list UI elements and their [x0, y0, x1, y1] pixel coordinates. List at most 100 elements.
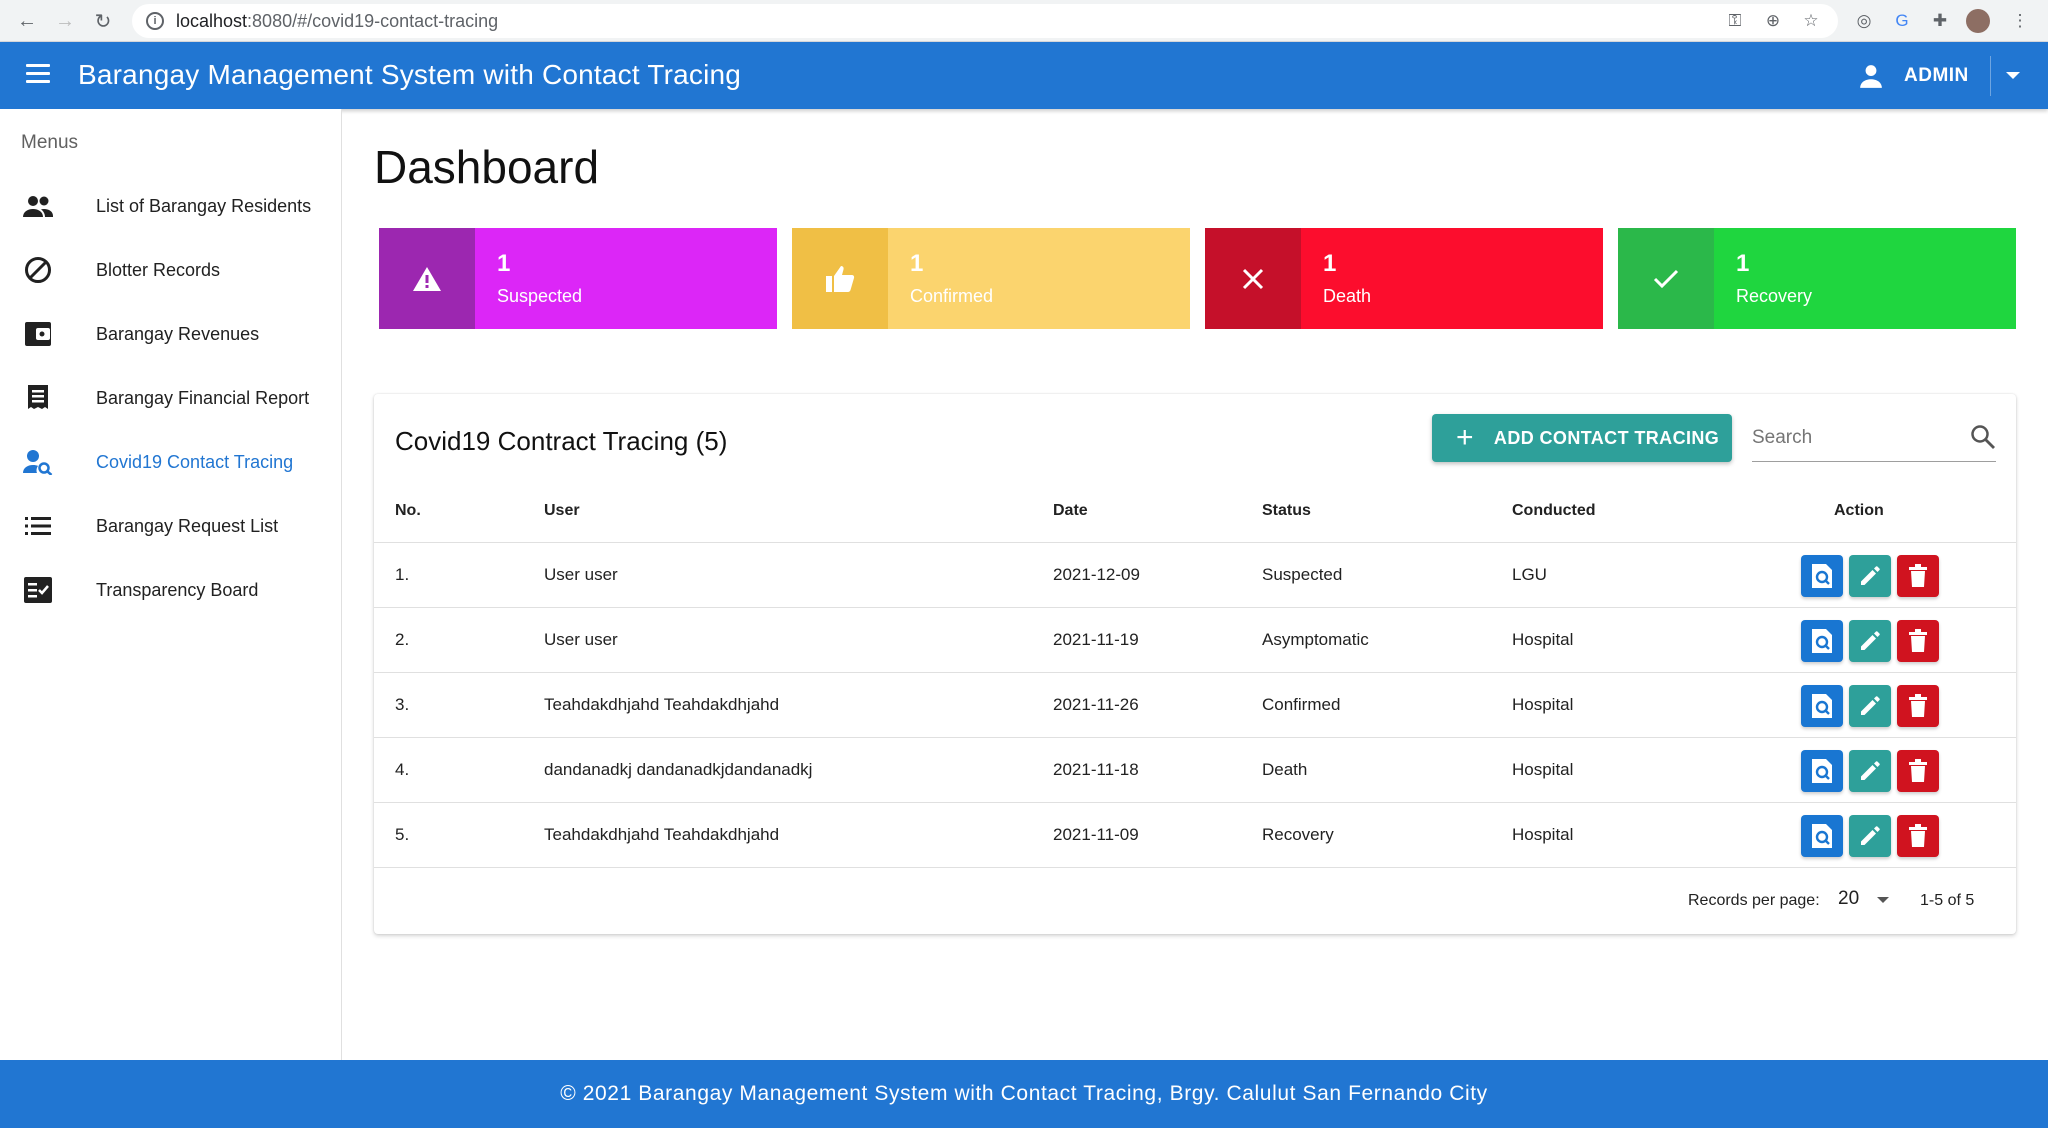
table-row: 2. User user 2021-11-19 Asymptomatic Hos…: [374, 608, 2016, 672]
cell-user: User user: [544, 565, 618, 584]
column-header-user[interactable]: User: [544, 502, 580, 520]
row-divider: [374, 867, 2016, 868]
extension-icon[interactable]: ◎: [1852, 9, 1876, 33]
cell-status: Recovery: [1262, 825, 1334, 844]
person-search-icon: [22, 446, 54, 478]
cell-status: Death: [1262, 760, 1308, 779]
address-bar[interactable]: i localhost:8080/#/covid19-contact-traci…: [132, 4, 1838, 38]
records-per-page-label: Records per page:: [1688, 892, 1820, 909]
block-icon: [22, 254, 54, 286]
reload-icon[interactable]: ↻: [90, 8, 116, 34]
warning-icon: [379, 228, 475, 329]
people-icon: [22, 190, 54, 222]
profile-avatar-icon[interactable]: [1966, 9, 1990, 33]
view-button[interactable]: [1801, 620, 1843, 662]
zoom-icon[interactable]: ⊕: [1762, 10, 1784, 32]
sidebar-item-residents[interactable]: List of Barangay Residents: [0, 177, 341, 235]
view-button[interactable]: [1801, 750, 1843, 792]
forward-arrow-icon[interactable]: →: [52, 8, 78, 34]
delete-button[interactable]: [1897, 555, 1939, 597]
edit-button[interactable]: [1849, 815, 1891, 857]
page-title: Dashboard: [374, 141, 600, 193]
key-icon[interactable]: ⚿: [1724, 10, 1746, 32]
search-icon[interactable]: [1970, 424, 1996, 450]
stat-count: 1: [1736, 250, 1750, 277]
delete-button[interactable]: [1897, 750, 1939, 792]
stat-label: Suspected: [497, 286, 583, 306]
cell-status: Suspected: [1262, 565, 1343, 584]
cell-date: 2021-12-09: [1053, 565, 1140, 584]
cell-conducted: Hospital: [1512, 825, 1574, 844]
column-header-status[interactable]: Status: [1262, 502, 1311, 520]
find-in-page-icon: [1812, 824, 1832, 848]
records-per-page-select[interactable]: 20: [1838, 888, 1859, 910]
delete-button[interactable]: [1897, 620, 1939, 662]
column-header-no[interactable]: No.: [395, 502, 421, 520]
menu-icon[interactable]: [26, 64, 50, 84]
contact-tracing-card: Covid19 Contract Tracing (5) + ADD CONTA…: [374, 394, 2016, 934]
stat-label: Confirmed: [910, 286, 994, 306]
sidebar-item-transparency-board[interactable]: Transparency Board: [0, 561, 341, 619]
cell-user: dandanadkj dandanadkjdandanadkj: [544, 760, 813, 779]
thumb-up-icon: [792, 228, 888, 329]
puzzle-icon[interactable]: ✚: [1928, 9, 1952, 33]
delete-button[interactable]: [1897, 815, 1939, 857]
divider: [1990, 56, 1991, 96]
browser-menu-icon[interactable]: ⋮: [2008, 9, 2032, 33]
cell-date: 2021-11-09: [1053, 825, 1139, 844]
chevron-down-icon[interactable]: [1877, 897, 1889, 903]
footer-text: © 2021 Barangay Management System with C…: [560, 1082, 1488, 1105]
url-path: :8080/#/covid19-contact-tracing: [247, 10, 499, 31]
edit-button[interactable]: [1849, 750, 1891, 792]
plus-icon: +: [1456, 421, 1474, 454]
trash-icon: [1909, 629, 1927, 652]
sidebar-item-revenues[interactable]: Barangay Revenues: [0, 305, 341, 363]
delete-button[interactable]: [1897, 685, 1939, 727]
column-header-date[interactable]: Date: [1053, 502, 1088, 520]
table-row: 5. Teahdakdhjahd Teahdakdhjahd 2021-11-0…: [374, 803, 2016, 867]
cell-date: 2021-11-18: [1053, 760, 1139, 779]
view-button[interactable]: [1801, 555, 1843, 597]
checklist-icon: [22, 574, 54, 606]
sidebar-item-request-list[interactable]: Barangay Request List: [0, 497, 341, 555]
edit-button[interactable]: [1849, 555, 1891, 597]
browser-toolbar: ← → ↻ i localhost:8080/#/covid19-contact…: [0, 0, 2048, 42]
cell-user: Teahdakdhjahd Teahdakdhjahd: [544, 695, 780, 714]
cell-conducted: Hospital: [1512, 760, 1574, 779]
cell-user: User user: [544, 630, 618, 649]
wallet-icon: [22, 318, 54, 350]
view-button[interactable]: [1801, 685, 1843, 727]
edit-button[interactable]: [1849, 620, 1891, 662]
translate-icon[interactable]: G: [1890, 9, 1914, 33]
stat-label: Death: [1323, 286, 1372, 306]
view-button[interactable]: [1801, 815, 1843, 857]
cell-no: 3.: [395, 695, 410, 714]
sidebar-item-label: Transparency Board: [96, 579, 259, 600]
pencil-icon: [1861, 566, 1880, 585]
sidebar-item-label: Blotter Records: [96, 259, 221, 280]
trash-icon: [1909, 694, 1927, 717]
user-label: ADMIN: [1904, 65, 1969, 86]
pencil-icon: [1861, 696, 1880, 715]
pencil-icon: [1861, 761, 1880, 780]
sidebar-item-financial-report[interactable]: Barangay Financial Report: [0, 369, 341, 427]
cell-date: 2021-11-19: [1053, 630, 1139, 649]
search-input[interactable]: [1752, 424, 1952, 452]
sidebar-heading: Menus: [21, 132, 79, 153]
table-title: Covid19 Contract Tracing (5): [395, 426, 728, 456]
add-contact-tracing-button[interactable]: + ADD CONTACT TRACING: [1432, 414, 1732, 462]
bookmark-star-icon[interactable]: ☆: [1800, 10, 1822, 32]
user-menu-button[interactable]: ADMIN: [1858, 60, 1969, 92]
cell-conducted: LGU: [1512, 565, 1547, 584]
trash-icon: [1909, 759, 1927, 782]
edit-button[interactable]: [1849, 685, 1891, 727]
back-arrow-icon[interactable]: ←: [14, 8, 40, 34]
column-header-conducted[interactable]: Conducted: [1512, 502, 1596, 520]
site-info-icon[interactable]: i: [146, 12, 164, 30]
sidebar-item-label: List of Barangay Residents: [96, 195, 312, 216]
chevron-down-icon[interactable]: [2006, 72, 2020, 79]
sidebar-item-contact-tracing[interactable]: Covid19 Contact Tracing: [0, 433, 341, 491]
find-in-page-icon: [1812, 694, 1832, 718]
find-in-page-icon: [1812, 629, 1832, 653]
sidebar-item-blotter[interactable]: Blotter Records: [0, 241, 341, 299]
